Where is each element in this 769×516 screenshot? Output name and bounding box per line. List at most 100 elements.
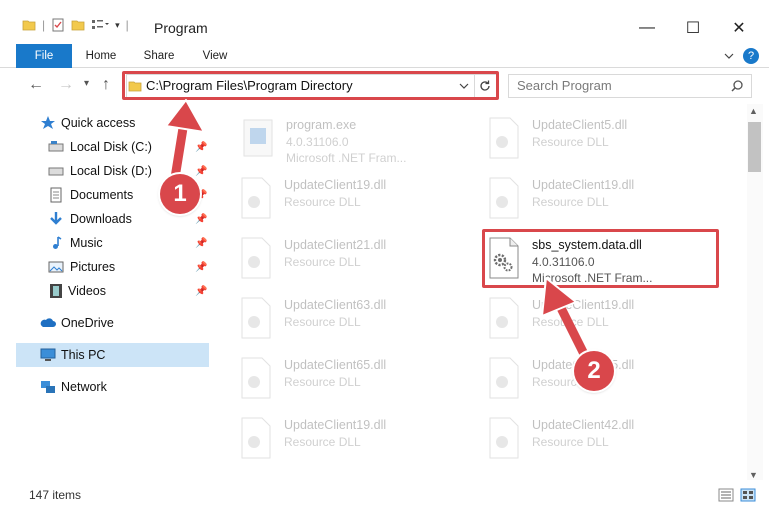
customize-chevron-icon[interactable]: ▾: [115, 20, 120, 31]
sidebar-item-label: Pictures: [70, 260, 116, 274]
step-badge-1: 1: [160, 174, 200, 214]
file-item[interactable]: UpdateClient19.dll Resource DLL: [238, 412, 468, 468]
sidebar-item-local-disk-c[interactable]: Local Disk (C:) 📌: [0, 135, 210, 159]
network-icon: [41, 381, 55, 393]
details-view-icon[interactable]: [718, 488, 734, 502]
dll-file-icon: [241, 417, 271, 459]
file-description: Resource DLL: [532, 435, 609, 449]
pin-icon: 📌: [195, 237, 208, 249]
minimize-button[interactable]: —: [624, 14, 670, 42]
sidebar-item-music[interactable]: Music 📌: [0, 231, 210, 255]
sidebar-item-network[interactable]: Network: [0, 375, 210, 399]
file-list: program.exe 4.0.31106.0 Microsoft .NET F…: [212, 104, 747, 480]
dll-file-icon: [489, 177, 519, 219]
sidebar-item-label: OneDrive: [61, 316, 114, 330]
exe-file-icon: [243, 119, 273, 157]
file-name: UpdateClient65.dll: [284, 358, 387, 372]
pin-icon: 📌: [195, 165, 208, 177]
dll-file-icon: [489, 357, 519, 399]
close-button[interactable]: ✕: [716, 14, 762, 42]
help-button[interactable]: ?: [743, 48, 759, 64]
dll-file-icon: [241, 357, 271, 399]
folder-icon[interactable]: [22, 18, 36, 32]
file-item[interactable]: UpdateClient19.dll Resource DLL: [238, 172, 468, 228]
file-item[interactable]: UpdateClient19.dll Resource DLL: [486, 172, 716, 228]
file-item[interactable]: UpdateClient19.dll Resource DLL: [486, 292, 716, 348]
sidebar-item-label: Videos: [68, 284, 106, 298]
expand-ribbon-icon[interactable]: [724, 52, 734, 60]
sidebar-item-label: Downloads: [70, 212, 132, 226]
music-icon: [53, 236, 62, 249]
dll-file-icon: [489, 297, 519, 339]
drive-icon: [48, 167, 64, 176]
separator: |: [42, 18, 46, 32]
new-folder-icon[interactable]: [71, 18, 85, 32]
scrollbar-thumb[interactable]: [748, 122, 761, 172]
pc-icon: [40, 348, 56, 361]
scroll-down-icon[interactable]: ▼: [749, 470, 758, 480]
file-name: UpdateClient63.dll: [284, 298, 387, 312]
file-description: Resource DLL: [284, 375, 361, 389]
file-name: UpdateClient19.dll: [284, 418, 387, 432]
tab-view[interactable]: View: [192, 44, 238, 68]
file-item[interactable]: program.exe 4.0.31106.0 Microsoft .NET F…: [240, 112, 470, 168]
file-name: UpdateClient5.dll: [532, 118, 628, 132]
file-description: Resource DLL: [284, 195, 361, 209]
pin-icon: 📌: [195, 213, 208, 225]
file-item[interactable]: UpdateClient63.dll Resource DLL: [238, 292, 468, 348]
file-description: Resource DLL: [284, 255, 361, 269]
file-description: Resource DLL: [532, 195, 609, 209]
onedrive-icon: [40, 318, 56, 327]
address-bar-highlight: [122, 71, 499, 100]
window-title: Program: [154, 20, 208, 36]
file-item[interactable]: UpdateClient42.dll Resource DLL: [486, 412, 716, 468]
file-name: UpdateClient19.dll: [532, 178, 635, 192]
downloads-icon: [50, 212, 62, 225]
properties-icon[interactable]: [51, 18, 65, 32]
dll-file-icon: [489, 117, 519, 159]
star-icon: [41, 116, 55, 129]
back-arrow-icon[interactable]: ←: [28, 76, 44, 94]
sidebar-item-label: Quick access: [61, 116, 136, 130]
drive-icon: [48, 141, 64, 152]
search-input[interactable]: Search Program: [517, 78, 612, 93]
sidebar-item-label: Local Disk (C:): [70, 140, 152, 154]
file-name: UpdateClient19.dll: [532, 298, 635, 312]
navigation-pane: Quick access Local Disk (C:) 📌 Local Dis…: [0, 104, 210, 480]
sidebar-item-quick-access[interactable]: Quick access: [0, 111, 210, 135]
search-icon[interactable]: [730, 79, 744, 93]
sidebar-item-label: Music: [70, 236, 103, 250]
sidebar-item-onedrive[interactable]: OneDrive: [0, 311, 210, 335]
file-item[interactable]: UpdateClient21.dll Resource DLL: [238, 232, 468, 288]
sidebar-item-label: Local Disk (D:): [70, 164, 152, 178]
pin-icon: 📌: [195, 285, 208, 297]
dll-file-icon: [241, 237, 271, 279]
tab-share[interactable]: Share: [136, 44, 182, 68]
sidebar-item-videos[interactable]: Videos 📌: [0, 279, 210, 303]
dll-file-icon: [241, 297, 271, 339]
large-icons-view-icon[interactable]: [740, 488, 756, 502]
ribbon-tabs: File Home Share View ?: [0, 44, 769, 100]
sidebar-item-pictures[interactable]: Pictures 📌: [0, 255, 210, 279]
forward-arrow-icon[interactable]: →: [58, 76, 74, 94]
view-menu-icon[interactable]: [91, 18, 110, 32]
file-name: UpdateClient19.dll: [284, 178, 387, 192]
file-name: UpdateClient42.dll: [532, 418, 635, 432]
dll-file-icon: [241, 177, 271, 219]
scroll-up-icon[interactable]: ▲: [749, 106, 758, 116]
documents-icon: [50, 187, 62, 203]
sidebar-item-label: Documents: [70, 188, 134, 202]
sidebar-item-label: Network: [61, 380, 107, 394]
up-arrow-icon[interactable]: ↑: [102, 76, 110, 94]
file-name: program.exe: [286, 118, 357, 132]
file-item[interactable]: UpdateClient65.dll Resource DLL: [238, 352, 468, 408]
file-description: Resource DLL: [532, 315, 609, 329]
maximize-button[interactable]: ☐: [670, 14, 716, 42]
file-description: Resource DLL: [284, 435, 361, 449]
tab-home[interactable]: Home: [78, 44, 124, 68]
sidebar-item-this-pc[interactable]: This PC: [16, 343, 209, 367]
pictures-icon: [48, 261, 64, 273]
file-description: Microsoft .NET Fram...: [286, 151, 407, 165]
recent-locations-chevron-icon[interactable]: ▾: [84, 78, 89, 89]
file-item[interactable]: UpdateClient5.dll Resource DLL: [486, 112, 716, 168]
